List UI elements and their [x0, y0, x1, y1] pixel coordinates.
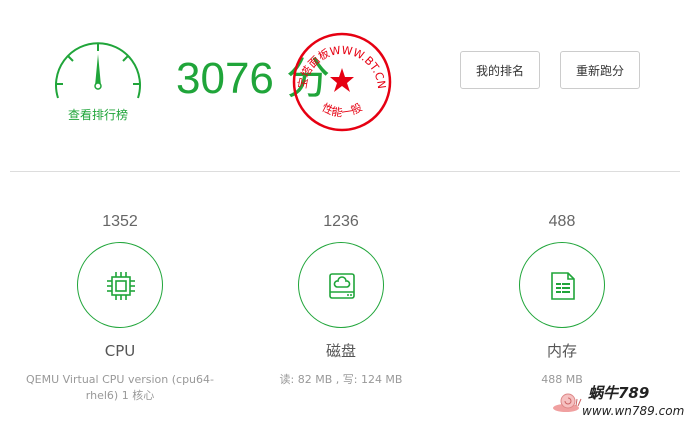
cpu-chip-icon	[107, 272, 135, 300]
performance-stamp-icon: 宝塔面板WWW.BT.CN 性能一般	[292, 32, 392, 132]
metric-icon-circle	[519, 242, 605, 328]
watermark-brand: 蜗牛789	[588, 384, 650, 402]
metric-description: QEMU Virtual CPU version (cpu64-rhel6) 1…	[26, 373, 214, 402]
metric-cpu: 1352 CPU QEMU Virtual CPU version (cpu64…	[10, 210, 230, 404]
metric-name: CPU	[104, 342, 136, 360]
svg-text:性能一般: 性能一般	[320, 100, 365, 119]
score-gauge[interactable]: 查看排行榜	[50, 40, 146, 126]
rerun-benchmark-button[interactable]: 重新跑分	[560, 51, 640, 89]
metric-name: 内存	[546, 342, 577, 360]
snail-icon	[553, 393, 582, 412]
gauge-dial-icon	[55, 42, 141, 99]
metric-score: 1352	[102, 213, 138, 230]
metric-name: 磁盘	[325, 342, 356, 360]
metric-score: 488	[548, 213, 576, 230]
disk-drive-icon	[329, 273, 355, 299]
view-leaderboard-link[interactable]: 查看排行榜	[50, 106, 146, 123]
metric-score: 1236	[323, 213, 359, 230]
metric-disk: 1236 磁盘 读: 82 MB , 写: 124 MB	[231, 210, 451, 388]
metric-memory: 488 内存 488 MB	[452, 210, 672, 388]
watermark-url: www.wn789.com	[582, 404, 685, 418]
site-watermark: 蜗牛789 www.wn789.com	[552, 380, 685, 424]
metric-icon-circle	[298, 242, 384, 328]
my-ranking-button[interactable]: 我的排名	[460, 51, 540, 89]
metric-description: 读: 82 MB , 写: 124 MB	[279, 373, 403, 386]
section-divider	[10, 171, 680, 172]
memory-document-icon	[551, 272, 575, 300]
metric-icon-circle	[77, 242, 163, 328]
stamp-level-text: 性能一般	[320, 100, 365, 119]
